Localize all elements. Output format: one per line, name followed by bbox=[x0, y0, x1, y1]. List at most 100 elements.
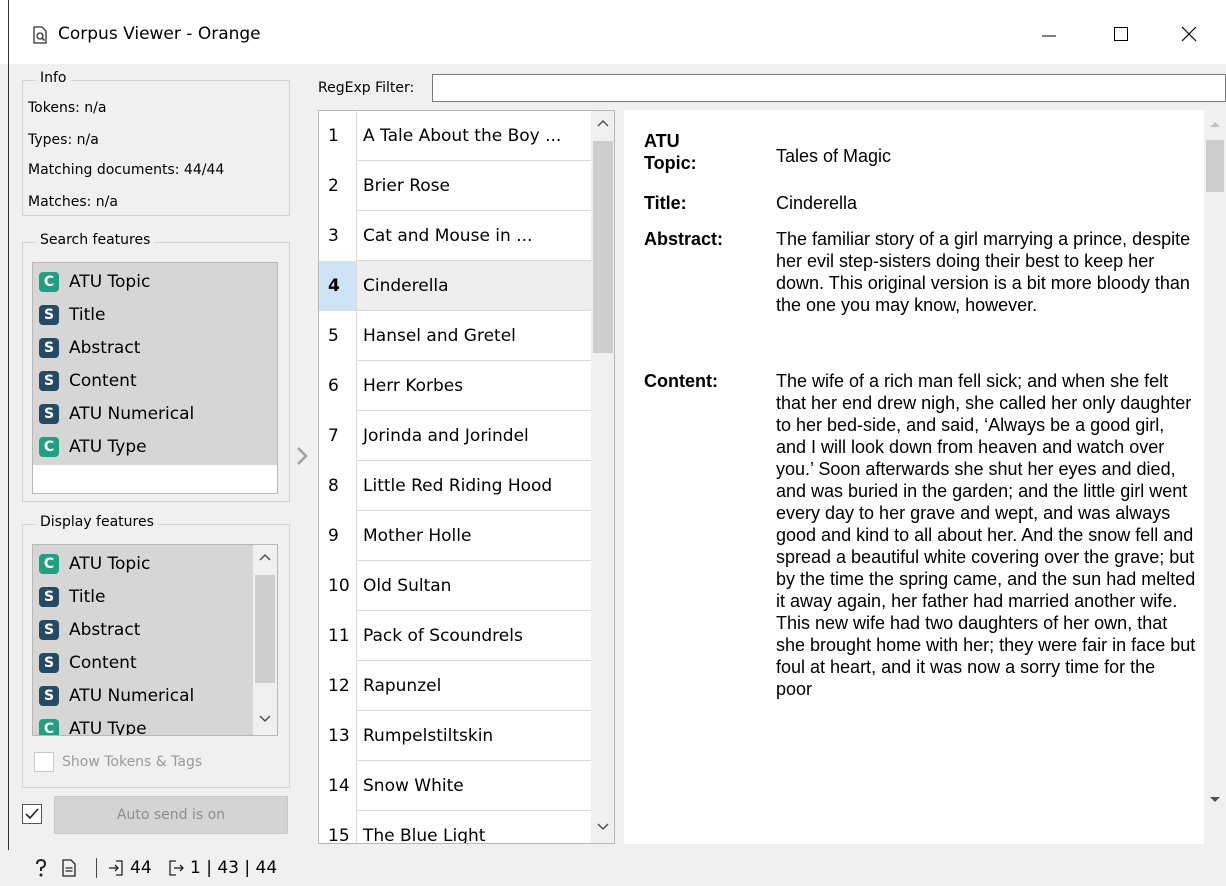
document-row[interactable]: 5 Hansel and Gretel bbox=[319, 311, 591, 361]
help-button[interactable] bbox=[34, 850, 48, 886]
document-number: 4 bbox=[319, 261, 357, 311]
display-features-list[interactable]: C ATU Topic S Title S Abstract S Content… bbox=[32, 544, 278, 736]
document-number: 6 bbox=[319, 361, 357, 411]
document-title: Herr Korbes bbox=[363, 376, 464, 396]
viewer-scrollbar[interactable] bbox=[1204, 110, 1226, 844]
document-row-selected[interactable]: 4 Cinderella bbox=[319, 261, 591, 311]
close-button[interactable] bbox=[1166, 14, 1212, 54]
display-feature-item[interactable]: S ATU Numerical bbox=[39, 681, 194, 711]
scroll-down-icon[interactable] bbox=[1209, 796, 1221, 804]
string-variable-icon: S bbox=[39, 653, 59, 673]
display-feature-label: Abstract bbox=[69, 620, 141, 640]
search-feature-item[interactable]: S Abstract bbox=[39, 333, 140, 363]
status-divider bbox=[96, 858, 97, 878]
corpus-viewer-app-icon bbox=[33, 26, 47, 44]
show-tokens-checkbox[interactable] bbox=[34, 752, 54, 772]
scroll-up-icon[interactable] bbox=[1209, 120, 1221, 128]
maximize-button[interactable] bbox=[1098, 14, 1144, 54]
output-icon bbox=[169, 860, 184, 876]
document-viewer[interactable]: ATU Topic: Tales of Magic Title: Cindere… bbox=[624, 110, 1226, 844]
document-row[interactable]: 11 Pack of Scoundrels bbox=[319, 611, 591, 661]
display-feature-item[interactable]: S Content bbox=[39, 648, 137, 678]
status-bar: 44 1 | 43 | 44 bbox=[0, 850, 1226, 886]
display-features-title: Display features bbox=[36, 514, 158, 530]
search-feature-item[interactable]: S Content bbox=[39, 366, 137, 396]
document-title: Rapunzel bbox=[363, 676, 442, 696]
document-number: 1 bbox=[319, 111, 357, 161]
document-row[interactable]: 13 Rumpelstiltskin bbox=[319, 711, 591, 761]
minimize-icon bbox=[1042, 35, 1056, 37]
scroll-down-icon[interactable] bbox=[597, 823, 609, 831]
scroll-down-icon[interactable] bbox=[259, 715, 271, 723]
scrollbar-thumb[interactable] bbox=[1206, 140, 1224, 192]
document-title: The Blue Light bbox=[363, 826, 486, 844]
collapse-panel-icon[interactable] bbox=[296, 446, 308, 466]
display-feature-label: ATU Topic bbox=[69, 554, 151, 574]
document-title: Snow White bbox=[363, 776, 464, 796]
document-row[interactable]: 14 Snow White bbox=[319, 761, 591, 811]
matching-documents-info: Matching documents: 44/44 bbox=[28, 162, 225, 178]
display-features-scrollbar[interactable] bbox=[253, 545, 277, 735]
document-list[interactable]: 1 A Tale About the Boy ... 2 Brier Rose … bbox=[318, 110, 615, 844]
document-number: 10 bbox=[319, 561, 357, 611]
search-feature-item[interactable]: C ATU Type bbox=[39, 432, 147, 462]
search-features-list[interactable]: C ATU Topic S Title S Abstract S Content… bbox=[32, 262, 278, 494]
display-feature-item[interactable]: C ATU Type bbox=[39, 714, 147, 735]
document-row[interactable]: 2 Brier Rose bbox=[319, 161, 591, 211]
search-feature-label: Content bbox=[69, 371, 137, 391]
display-feature-item[interactable]: C ATU Topic bbox=[39, 549, 150, 579]
string-variable-icon: S bbox=[39, 686, 59, 706]
string-variable-icon: S bbox=[39, 587, 59, 607]
document-title: A Tale About the Boy ... bbox=[363, 126, 562, 146]
document-row[interactable]: 3 Cat and Mouse in ... bbox=[319, 211, 591, 261]
document-number: 8 bbox=[319, 461, 357, 511]
search-feature-item[interactable]: S Title bbox=[39, 300, 105, 330]
window-title: Corpus Viewer - Orange bbox=[58, 24, 261, 44]
regexp-filter-input[interactable] bbox=[432, 74, 1226, 102]
document-list-scrollbar[interactable] bbox=[591, 111, 614, 843]
display-feature-label: Title bbox=[69, 587, 106, 607]
document-title: Cinderella bbox=[363, 276, 449, 296]
search-feature-item[interactable]: C ATU Topic bbox=[39, 267, 150, 297]
search-feature-label: ATU Topic bbox=[69, 272, 151, 292]
continuous-variable-icon: C bbox=[39, 554, 59, 574]
document-number: 12 bbox=[319, 661, 357, 711]
document-number: 11 bbox=[319, 611, 357, 661]
document-row[interactable]: 15 The Blue Light bbox=[319, 811, 591, 844]
document-number: 14 bbox=[319, 761, 357, 811]
atu-topic-value: Tales of Magic bbox=[776, 146, 892, 166]
output-summary[interactable]: 1 | 43 | 44 bbox=[168, 850, 277, 886]
document-row[interactable]: 8 Little Red Riding Hood bbox=[319, 461, 591, 511]
search-feature-item[interactable]: S ATU Numerical bbox=[39, 399, 194, 429]
document-row[interactable]: 1 A Tale About the Boy ... bbox=[319, 111, 591, 161]
minimize-button[interactable] bbox=[1026, 14, 1072, 54]
auto-send-button[interactable]: Auto send is on bbox=[54, 796, 288, 834]
continuous-variable-icon: C bbox=[39, 437, 59, 457]
document-row[interactable]: 7 Jorinda and Jorindel bbox=[319, 411, 591, 461]
document-row[interactable]: 10 Old Sultan bbox=[319, 561, 591, 611]
input-summary[interactable]: 44 bbox=[108, 850, 152, 886]
scrollbar-thumb[interactable] bbox=[593, 141, 613, 353]
display-feature-item[interactable]: S Title bbox=[39, 582, 105, 612]
display-feature-item[interactable]: S Abstract bbox=[39, 615, 140, 645]
scroll-up-icon[interactable] bbox=[597, 119, 609, 127]
title-label: Title: bbox=[644, 193, 687, 213]
document-number: 7 bbox=[319, 411, 357, 461]
string-variable-icon: S bbox=[39, 404, 59, 424]
search-feature-label: ATU Numerical bbox=[69, 404, 195, 424]
abstract-label: Abstract: bbox=[644, 229, 724, 249]
report-button[interactable] bbox=[62, 850, 76, 886]
scroll-up-icon[interactable] bbox=[259, 553, 271, 561]
auto-send-checkbox[interactable] bbox=[22, 804, 42, 824]
document-row[interactable]: 12 Rapunzel bbox=[319, 661, 591, 711]
document-title: Hansel and Gretel bbox=[363, 326, 516, 346]
search-feature-label: ATU Type bbox=[69, 437, 147, 457]
continuous-variable-icon: C bbox=[39, 719, 59, 735]
document-row[interactable]: 9 Mother Holle bbox=[319, 511, 591, 561]
document-number: 13 bbox=[319, 711, 357, 761]
input-count: 44 bbox=[130, 858, 152, 878]
document-row[interactable]: 6 Herr Korbes bbox=[319, 361, 591, 411]
scrollbar-thumb[interactable] bbox=[255, 575, 275, 683]
document-title: Pack of Scoundrels bbox=[363, 626, 523, 646]
window-edge bbox=[8, 0, 9, 886]
